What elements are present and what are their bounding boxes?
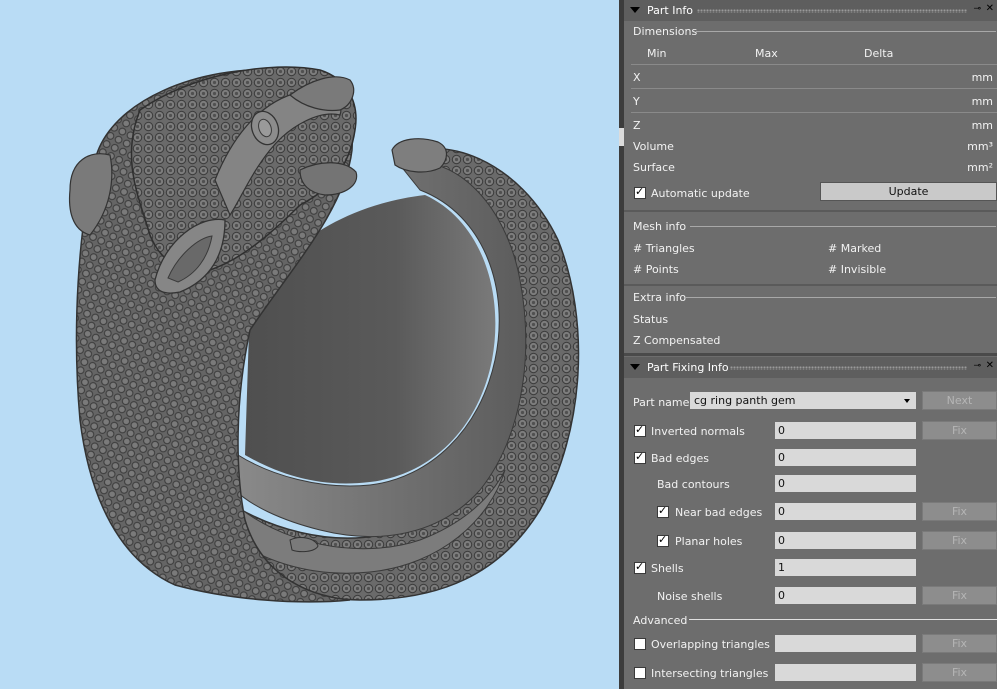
points-label: # Points [633,263,679,276]
fix-overlapping-triangles-button[interactable]: Fix [922,634,997,653]
dim-z-unit: mm [971,119,993,132]
bad-contours-field: 0 [775,475,916,492]
section-line [686,297,996,298]
invisible-label: # Invisible [828,263,887,276]
shells-field: 1 [775,559,916,576]
titlebar-grip [697,9,967,13]
section-line [696,31,996,32]
status-label: Status [633,313,669,326]
close-icon[interactable]: ✕ [986,360,994,371]
dim-y-label: Y [633,95,640,108]
section-line [690,226,996,227]
collapse-triangle-icon[interactable] [630,364,640,370]
side-panel: Part Info ⊸ ✕ Dimensions Min Max Delta X… [624,0,997,689]
panel-divider [624,353,997,356]
fix-noise-shells-button[interactable]: Fix [922,586,997,605]
triangles-label: # Triangles [633,242,695,255]
dim-x-unit: mm [971,71,993,84]
overlapping-triangles-field [775,635,916,652]
shells-checkbox[interactable] [634,560,646,574]
z-compensated-label: Z Compensated [633,334,721,347]
bad-contours-label: Bad contours [657,478,730,491]
automatic-update-checkbox[interactable] [634,185,646,199]
part-name-dropdown[interactable]: cg ring panth gem [690,392,916,409]
surface-label: Surface [633,161,675,174]
divider [631,64,997,65]
volume-label: Volume [633,140,674,153]
part-fixing-titlebar[interactable]: Part Fixing Info ⊸ ✕ [624,357,997,378]
section-divider [624,284,997,286]
fix-near-bad-edges-button[interactable]: Fix [922,502,997,521]
bad-edges-field: 0 [775,449,916,466]
pin-icon[interactable]: ⊸ [973,361,981,371]
3d-viewport[interactable] [0,0,619,689]
shells-label: Shells [651,562,684,575]
near-bad-edges-field: 0 [775,503,916,520]
noise-shells-label: Noise shells [657,590,723,603]
dim-x-label: X [633,71,641,84]
fix-inverted-normals-button[interactable]: Fix [922,421,997,440]
overlapping-triangles-label: Overlapping triangles [651,638,770,651]
part-name-label: Part name [633,396,690,409]
next-button[interactable]: Next [922,391,997,410]
intersecting-triangles-field [775,664,916,681]
titlebar-grip [730,366,967,370]
collapse-triangle-icon[interactable] [630,7,640,13]
surface-unit: mm² [967,161,993,174]
divider [631,88,997,89]
divider [631,112,997,113]
mesh-info-section-label: Mesh info [633,220,687,233]
section-line [689,619,997,620]
part-info-title: Part Info [647,4,694,17]
section-divider [624,210,997,212]
intersecting-triangles-checkbox[interactable] [634,667,646,679]
volume-unit: mm³ [967,140,993,153]
inverted-normals-field: 0 [775,422,916,439]
part-info-titlebar[interactable]: Part Info ⊸ ✕ [624,0,997,21]
planar-holes-label: Planar holes [675,535,743,548]
col-max: Max [755,47,778,60]
inverted-normals-checkbox[interactable] [634,423,646,437]
part-fixing-title: Part Fixing Info [647,361,729,374]
extra-info-section-label: Extra info [633,291,687,304]
automatic-update-label: Automatic update [651,187,750,200]
near-bad-edges-checkbox[interactable] [657,504,669,518]
overlapping-triangles-checkbox[interactable] [634,638,646,650]
fix-intersecting-triangles-button[interactable]: Fix [922,663,997,682]
part-name-value: cg ring panth gem [694,394,796,407]
fix-planar-holes-button[interactable]: Fix [922,531,997,550]
chevron-down-icon [904,399,910,403]
ring-model[interactable] [0,0,619,689]
col-delta: Delta [864,47,894,60]
bad-edges-checkbox[interactable] [634,450,646,464]
bad-edges-label: Bad edges [651,452,709,465]
near-bad-edges-label: Near bad edges [675,506,763,519]
update-button[interactable]: Update [820,182,997,201]
intersecting-triangles-label: Intersecting triangles [651,667,769,680]
noise-shells-field: 0 [775,587,916,604]
planar-holes-field: 0 [775,532,916,549]
dim-y-unit: mm [971,95,993,108]
pin-icon[interactable]: ⊸ [973,4,981,14]
dimensions-section-label: Dimensions [633,25,698,38]
inverted-normals-label: Inverted normals [651,425,745,438]
dim-z-label: Z [633,119,641,132]
close-icon[interactable]: ✕ [986,3,994,14]
col-min: Min [647,47,667,60]
planar-holes-checkbox[interactable] [657,533,669,547]
advanced-section-label: Advanced [633,614,688,627]
marked-label: # Marked [828,242,882,255]
